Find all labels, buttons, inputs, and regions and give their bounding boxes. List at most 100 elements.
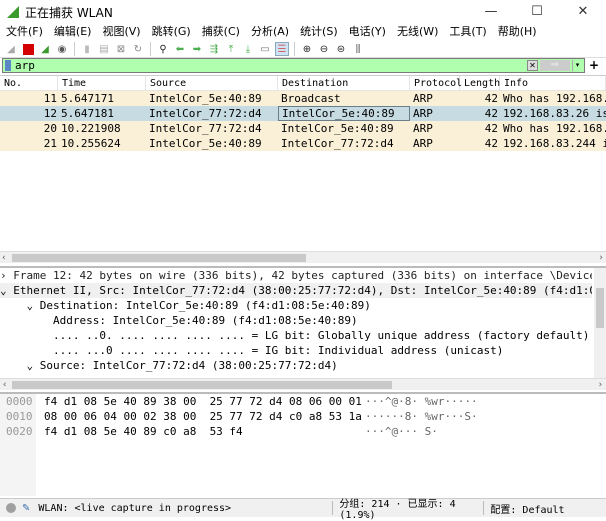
menu-view[interactable]: 视图(V) — [96, 24, 145, 40]
cell-length: 42 — [484, 122, 498, 135]
tree-item-source[interactable]: ⌄ Source: IntelCor_77:72:d4 (38:00:25:77… — [0, 358, 592, 373]
colorize-icon[interactable]: ☰ — [275, 42, 289, 56]
packet-row-selected[interactable]: 12 5.647181 IntelCor_77:72:d4 IntelCor_5e:4… — [0, 106, 606, 121]
go-last-packet-icon[interactable]: ⤓ — [241, 42, 255, 56]
column-info[interactable]: Info — [500, 76, 606, 90]
scroll-left-icon[interactable]: ‹ — [2, 379, 7, 391]
cell-length: 42 — [484, 137, 498, 150]
save-file-icon[interactable]: ▤ — [97, 42, 111, 56]
scroll-right-icon[interactable]: › — [599, 252, 603, 264]
column-destination[interactable]: Destination — [278, 76, 410, 90]
tree-item-address[interactable]: Address: IntelCor_5e:40:89 (f4:d1:08:5e:… — [0, 313, 592, 328]
byte-ascii[interactable]: ···^@·8· %wr····· — [365, 394, 478, 409]
menu-statistics[interactable]: 统计(S) — [294, 24, 343, 40]
display-filter-bar[interactable]: arp ✕ ⇨ ▾ — [2, 58, 585, 73]
capture-comment-icon[interactable]: ✎ — [22, 503, 30, 514]
add-filter-button[interactable]: + — [589, 58, 599, 72]
stop-capture-icon[interactable] — [21, 42, 35, 56]
column-source[interactable]: Source — [146, 76, 278, 90]
column-protocol[interactable]: Protocol — [410, 76, 462, 90]
tree-item-destination[interactable]: ⌄ Destination: IntelCor_5e:40:89 (f4:d1:… — [0, 298, 592, 313]
reload-file-icon[interactable]: ↻ — [131, 42, 145, 56]
zoom-in-icon[interactable]: ⊕ — [300, 42, 314, 56]
byte-hex[interactable]: f4 d1 08 5e 40 89 c0 a8 53 f4 — [40, 424, 365, 439]
go-back-icon[interactable]: ⬅ — [173, 42, 187, 56]
display-filter-input[interactable]: arp — [15, 59, 35, 72]
bytes-row[interactable]: 0010 08 00 06 04 00 02 38 00 25 77 72 d4 … — [0, 409, 606, 424]
details-vertical-scrollbar[interactable] — [594, 268, 606, 378]
minimize-button[interactable]: — — [468, 0, 514, 24]
menu-tools[interactable]: 工具(T) — [443, 24, 491, 40]
packet-list-horizontal-scrollbar[interactable]: ‹ › — [0, 251, 606, 263]
tree-item-ethernet[interactable]: ⌄ Ethernet II, Src: IntelCor_77:72:d4 (3… — [0, 283, 592, 298]
packet-details: › Frame 12: 42 bytes on wire (336 bits),… — [0, 266, 606, 390]
byte-hex[interactable]: 08 00 06 04 00 02 38 00 25 77 72 d4 c0 a… — [40, 409, 365, 424]
scrollbar-thumb[interactable] — [12, 381, 392, 389]
go-first-packet-icon[interactable]: ⤒ — [224, 42, 238, 56]
byte-offset: 0020 — [6, 425, 33, 438]
resize-columns-icon[interactable]: ⫼ — [351, 42, 365, 56]
column-length[interactable]: Length — [460, 76, 500, 90]
cell-info: 192.168.83.26 is — [503, 107, 606, 120]
cell-info: Who has 192.168.8 — [503, 92, 606, 105]
bytes-row[interactable]: 0020 f4 d1 08 5e 40 89 c0 a8 53 f4 ···^@··… — [0, 424, 606, 439]
menu-file[interactable]: 文件(F) — [0, 24, 48, 40]
go-to-packet-icon[interactable]: ⇶ — [207, 42, 221, 56]
go-forward-icon[interactable]: ➡ — [190, 42, 204, 56]
zoom-out-icon[interactable]: ⊖ — [317, 42, 331, 56]
details-horizontal-scrollbar[interactable]: ‹ › — [0, 378, 606, 390]
scroll-left-icon[interactable]: ‹ — [2, 252, 6, 264]
tree-item-frame[interactable]: › Frame 12: 42 bytes on wire (336 bits),… — [0, 268, 592, 283]
packet-bytes: 0000 f4 d1 08 5e 40 89 38 00 25 77 72 d4 … — [0, 392, 606, 496]
packet-row[interactable]: 20 10.221908 IntelCor_77:72:d4 IntelCor_5e:… — [0, 121, 606, 136]
column-time[interactable]: Time — [58, 76, 146, 90]
menu-capture[interactable]: 捕获(C) — [196, 24, 245, 40]
start-capture-icon[interactable]: ◢ — [4, 42, 18, 56]
find-packet-icon[interactable]: ⚲ — [156, 42, 170, 56]
main-toolbar: ◢ ◢ ◉ ▮ ▤ ⊠ ↻ ⚲ ⬅ ➡ ⇶ ⤒ ⤓ ▭ ☰ ⊕ ⊖ ⊜ ⫼ — [0, 41, 606, 58]
cell-source: IntelCor_77:72:d4 — [149, 122, 262, 135]
tree-item-ig-bit[interactable]: .... ...0 .... .... .... .... = IG bit: … — [0, 343, 592, 358]
tree-item-lg-bit[interactable]: .... ..0. .... .... .... .... = LG bit: … — [0, 328, 592, 343]
apply-filter-button[interactable]: ⇨ — [540, 60, 570, 71]
status-divider — [483, 501, 485, 515]
bytes-row[interactable]: 0000 f4 d1 08 5e 40 89 38 00 25 77 72 d4 … — [0, 394, 606, 409]
menu-wireless[interactable]: 无线(W) — [391, 24, 443, 40]
packet-row[interactable]: 11 5.647171 IntelCor_5e:40:89 Broadcast ARP 4… — [0, 91, 606, 106]
filter-history-dropdown[interactable]: ▾ — [572, 60, 582, 71]
status-divider — [332, 501, 334, 515]
toolbar-divider — [294, 42, 295, 56]
menu-help[interactable]: 帮助(H) — [492, 24, 542, 40]
expert-info-icon[interactable] — [6, 503, 16, 513]
menu-bar: 文件(F) 编辑(E) 视图(V) 跳转(G) 捕获(C) 分析(A) 统计(S… — [0, 24, 542, 40]
cell-no: 12 — [43, 107, 57, 120]
capture-status: WLAN: <live capture in progress> — [38, 502, 232, 514]
capture-options-icon[interactable]: ◉ — [55, 42, 69, 56]
byte-ascii[interactable]: ······8· %wr···S· — [365, 409, 478, 424]
close-file-icon[interactable]: ⊠ — [114, 42, 128, 56]
scroll-right-icon[interactable]: › — [598, 379, 603, 391]
scrollbar-thumb[interactable] — [12, 254, 306, 262]
title-bar: 正在捕获 WLAN — ☐ ✕ — [0, 0, 606, 24]
clear-filter-icon[interactable]: ✕ — [527, 60, 538, 71]
menu-edit[interactable]: 编辑(E) — [48, 24, 97, 40]
scrollbar-thumb[interactable] — [596, 288, 604, 328]
zoom-reset-icon[interactable]: ⊜ — [334, 42, 348, 56]
close-button[interactable]: ✕ — [560, 0, 606, 24]
restart-capture-icon[interactable]: ◢ — [38, 42, 52, 56]
menu-telephony[interactable]: 电话(Y) — [343, 24, 391, 40]
autoscroll-icon[interactable]: ▭ — [258, 42, 272, 56]
open-file-icon[interactable]: ▮ — [80, 42, 94, 56]
menu-analyze[interactable]: 分析(A) — [245, 24, 294, 40]
cell-length: 42 — [484, 107, 498, 120]
bookmark-icon[interactable] — [5, 60, 11, 71]
packet-row[interactable]: 21 10.255624 IntelCor_5e:40:89 IntelCor_77:… — [0, 136, 606, 151]
byte-hex[interactable]: f4 d1 08 5e 40 89 38 00 25 77 72 d4 08 0… — [40, 394, 365, 409]
wireshark-logo-icon — [7, 6, 19, 18]
maximize-button[interactable]: ☐ — [514, 0, 560, 24]
menu-go[interactable]: 跳转(G) — [146, 24, 196, 40]
cell-no: 11 — [43, 92, 57, 105]
column-no[interactable]: No. — [0, 76, 58, 90]
byte-ascii[interactable]: ···^@··· S· — [365, 424, 438, 439]
profile-selector[interactable]: 配置: Default — [490, 501, 564, 516]
